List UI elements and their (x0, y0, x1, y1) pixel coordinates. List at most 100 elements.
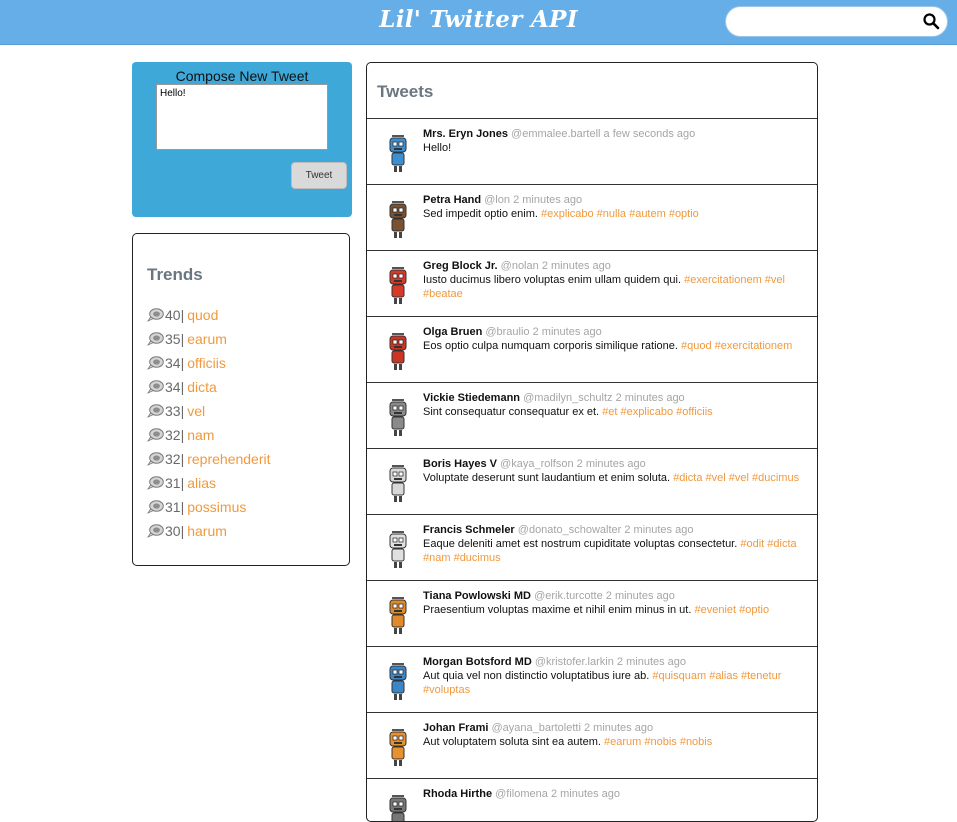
robot-brown-icon (389, 201, 407, 238)
trend-tag-link[interactable]: quod (187, 307, 218, 323)
tweet-body: Voluptate deserunt sunt laudantium et en… (423, 472, 803, 486)
trend-item[interactable]: 34| officiis (147, 351, 271, 375)
trend-tag-link[interactable]: alias (187, 475, 216, 491)
tweet-author-name[interactable]: Vickie Stiedemann (423, 392, 520, 404)
tweet-author-name[interactable]: Francis Schmeler (423, 524, 515, 536)
tweet-author-name[interactable]: Johan Frami (423, 722, 488, 734)
tweet-header: Mrs. Eryn Jones @emmalee.bartell a few s… (423, 128, 695, 140)
trend-item[interactable]: 33| vel (147, 399, 271, 423)
tweet-timestamp: 2 minutes ago (583, 722, 654, 734)
tweet-author-handle[interactable]: @nolan (501, 260, 539, 272)
trend-tag-link[interactable]: nam (187, 427, 214, 443)
tweet-author-handle[interactable]: @lon (484, 194, 510, 206)
tweet-author-name[interactable]: Morgan Botsford MD (423, 656, 532, 668)
trend-item[interactable]: 34| dicta (147, 375, 271, 399)
robot-gray-icon (389, 399, 407, 436)
tweet-item: Johan Frami @ayana_bartoletti 2 minutes … (367, 712, 817, 778)
tweet-list: Mrs. Eryn Jones @emmalee.bartell a few s… (367, 118, 817, 821)
tweet-hashtags[interactable]: #quod #exercitationem (681, 340, 792, 352)
speech-bubble-icon (147, 476, 164, 490)
tweet-author-name[interactable]: Rhoda Hirthe (423, 788, 492, 800)
tweet-item: Morgan Botsford MD @kristofer.larkin 2 m… (367, 646, 817, 712)
tweet-author-handle[interactable]: @filomena (495, 788, 548, 800)
tweet-author-name[interactable]: Olga Bruen (423, 326, 482, 338)
tweet-author-handle[interactable]: @kaya_rolfson (500, 458, 574, 470)
robot-red-icon (389, 267, 407, 304)
tweet-item: Greg Block Jr. @nolan 2 minutes ago Iusto… (367, 250, 817, 316)
tweet-body: Praesentium voluptas maxime et nihil eni… (423, 604, 803, 618)
tweet-text: Aut quia vel non distinctio voluptatibus… (423, 670, 650, 682)
tweet-body: Hello! (423, 142, 803, 156)
trend-count: 32| (165, 451, 185, 467)
trends-title: Trends (147, 265, 203, 284)
tweet-author-handle[interactable]: @braulio (485, 326, 529, 338)
tweet-header: Vickie Stiedemann @madilyn_schultz 2 min… (423, 392, 685, 404)
tweet-text: Hello! (423, 142, 452, 154)
tweet-author-handle[interactable]: @erik.turcotte (534, 590, 603, 602)
trend-tag-link[interactable]: harum (187, 523, 227, 539)
tweet-author-handle[interactable]: @ayana_bartoletti (491, 722, 580, 734)
speech-bubble-icon (147, 524, 164, 538)
compose-panel: Compose New Tweet Hello! Tweet (132, 62, 352, 217)
tweet-timestamp: 2 minutes ago (513, 194, 583, 206)
tweet-hashtags[interactable]: #eveniet #optio (694, 604, 769, 616)
trend-item[interactable]: 40| quod (147, 303, 271, 327)
tweet-author-handle[interactable]: @madilyn_schultz (523, 392, 612, 404)
tweet-text: Voluptate deserunt sunt laudantium et en… (423, 472, 671, 484)
tweet-header: Francis Schmeler @donato_schowalter 2 mi… (423, 524, 693, 536)
trend-item[interactable]: 32| reprehenderit (147, 447, 271, 471)
trend-count: 40| (165, 307, 185, 323)
compose-textarea[interactable]: Hello! (156, 84, 328, 150)
tweet-text: Eaque deleniti amet est nostrum cupidita… (423, 538, 738, 550)
tweet-body: Sed impedit optio enim. #explicabo #null… (423, 208, 803, 222)
tweet-hashtags[interactable]: #et #explicabo #officiis (602, 406, 712, 418)
trend-item[interactable]: 31| possimus (147, 495, 271, 519)
tweet-timestamp: 2 minutes ago (615, 392, 685, 404)
trend-count: 31| (165, 499, 185, 515)
robot-orange-icon (389, 729, 407, 766)
trend-item[interactable]: 35| earum (147, 327, 271, 351)
speech-bubble-icon (147, 404, 164, 418)
trend-item[interactable]: 32| nam (147, 423, 271, 447)
tweet-item: Tiana Powlowski MD @erik.turcotte 2 minu… (367, 580, 817, 646)
trend-tag-link[interactable]: earum (187, 331, 227, 347)
trend-list: 40| quod 35| earum 34| officiis 34| dicta 33| vel… (147, 303, 271, 543)
tweet-header: Rhoda Hirthe @filomena 2 minutes ago (423, 788, 620, 800)
trend-tag-link[interactable]: possimus (187, 499, 246, 515)
search-input[interactable] (738, 13, 918, 31)
trends-panel: Trends 40| quod 35| earum 34| officiis 34| dict… (132, 233, 350, 566)
tweets-panel: Tweets Mrs. Eryn Jones @emmalee.bartell … (366, 62, 818, 822)
tweet-author-name[interactable]: Greg Block Jr. (423, 260, 498, 272)
tweet-author-handle[interactable]: @kristofer.larkin (535, 656, 614, 668)
speech-bubble-icon (147, 428, 164, 442)
robot-blue-icon (389, 135, 407, 172)
search-icon[interactable] (922, 12, 940, 30)
tweet-body: Aut quia vel non distinctio voluptatibus… (423, 670, 803, 697)
tweet-author-handle[interactable]: @donato_schowalter (518, 524, 622, 536)
speech-bubble-icon (147, 500, 164, 514)
tweet-button[interactable]: Tweet (291, 162, 347, 189)
tweet-text: Sint consequatur consequatur ex et. (423, 406, 600, 418)
tweet-hashtags[interactable]: #explicabo #nulla #autem #optio (541, 208, 699, 220)
tweet-hashtags[interactable]: #dicta #vel #vel #ducimus (673, 472, 799, 484)
trend-item[interactable]: 31| alias (147, 471, 271, 495)
tweet-header: Boris Hayes V @kaya_rolfson 2 minutes ag… (423, 458, 646, 470)
tweet-author-name[interactable]: Mrs. Eryn Jones (423, 128, 508, 140)
tweet-author-handle[interactable]: @emmalee.bartell (511, 128, 600, 140)
trend-item[interactable]: 30| harum (147, 519, 271, 543)
tweet-author-name[interactable]: Boris Hayes V (423, 458, 497, 470)
trend-tag-link[interactable]: vel (187, 403, 205, 419)
tweet-author-name[interactable]: Petra Hand (423, 194, 481, 206)
trend-tag-link[interactable]: reprehenderit (187, 451, 270, 467)
trend-count: 30| (165, 523, 185, 539)
tweet-header: Tiana Powlowski MD @erik.turcotte 2 minu… (423, 590, 675, 602)
tweet-author-name[interactable]: Tiana Powlowski MD (423, 590, 531, 602)
trend-tag-link[interactable]: dicta (187, 379, 217, 395)
tweet-hashtags[interactable]: #earum #nobis #nobis (604, 736, 712, 748)
trend-tag-link[interactable]: officiis (187, 355, 226, 371)
search-box[interactable] (725, 6, 948, 37)
tweet-body: Iusto ducimus libero voluptas enim ullam… (423, 274, 803, 301)
tweet-item: Rhoda Hirthe @filomena 2 minutes ago (367, 778, 817, 821)
robot-white-icon (389, 465, 407, 502)
tweet-header: Johan Frami @ayana_bartoletti 2 minutes … (423, 722, 653, 734)
